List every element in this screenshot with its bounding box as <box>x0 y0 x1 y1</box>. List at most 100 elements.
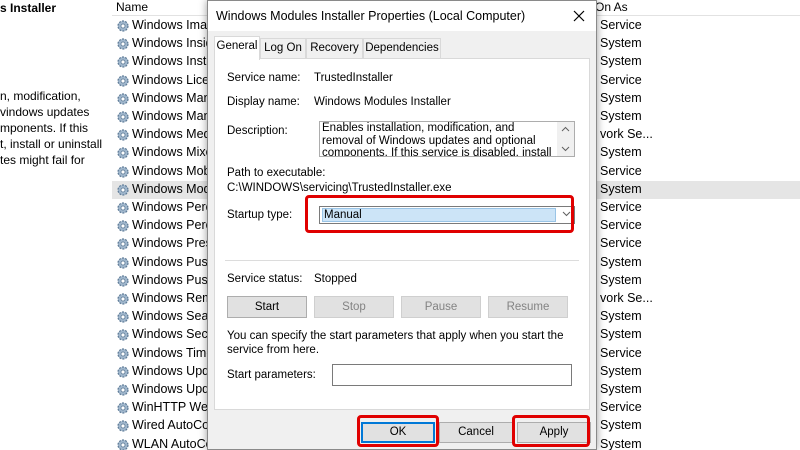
service-log-on-as: System <box>600 181 642 196</box>
selected-service-title: s Installer <box>0 1 57 15</box>
description-textbox[interactable]: Enables installation, modification, and … <box>319 121 575 157</box>
service-name: Windows Mana <box>132 90 212 105</box>
service-name: Windows Perce <box>132 200 212 214</box>
pause-button[interactable]: Pause <box>401 296 481 318</box>
gear-icon <box>117 438 129 450</box>
service-name: Windows Prese <box>132 236 212 251</box>
service-log-on-as: System <box>600 109 642 123</box>
description-line: n, modification, <box>0 89 81 103</box>
close-icon <box>573 10 585 22</box>
cancel-button[interactable]: Cancel <box>439 422 513 443</box>
service-log-on-as: System <box>600 145 642 160</box>
service-name: Windows Insta <box>132 54 212 69</box>
service-name-value: TrustedInstaller <box>314 72 393 84</box>
service-log-on-as: System <box>600 309 642 324</box>
service-name: Wired AutoCo <box>132 418 210 433</box>
service-name: Windows Push <box>132 272 212 287</box>
dialog-titlebar[interactable]: Windows Modules Installer Properties (Lo… <box>208 1 596 31</box>
gear-icon <box>117 20 129 32</box>
service-status-label: Service status: <box>227 273 303 285</box>
service-log-on-as: System <box>600 327 642 342</box>
stop-button[interactable]: Stop <box>314 296 394 318</box>
column-header-name[interactable]: Name <box>116 0 148 14</box>
service-name: Windows Imag <box>132 18 212 32</box>
service-name: Windows Mod <box>132 181 211 196</box>
service-log-on-as: System <box>600 54 642 69</box>
gear-icon <box>117 129 129 141</box>
start-params-input[interactable] <box>332 364 572 386</box>
service-name: WLAN AutoCo <box>132 436 212 450</box>
service-log-on-as: Service <box>600 163 642 178</box>
chevron-down-icon <box>562 211 571 217</box>
description-text: Enables installation, modification, and … <box>322 122 552 157</box>
description-scrollbar[interactable] <box>557 122 574 156</box>
service-name: Windows Medi <box>132 127 212 142</box>
service-name: Windows Searc <box>132 309 212 324</box>
general-tab-panel: Service name: TrustedInstaller Display n… <box>214 58 590 410</box>
close-button[interactable] <box>566 3 592 29</box>
gear-icon <box>117 165 129 178</box>
column-header-log-on-as[interactable]: On As <box>595 0 628 14</box>
service-name: WinHTTP Web <box>132 400 212 415</box>
service-log-on-as: System <box>600 382 642 396</box>
description-line: mponents. If this <box>0 121 89 135</box>
service-log-on-as: Service <box>600 345 642 360</box>
gear-icon <box>117 111 129 123</box>
gear-icon <box>117 420 129 432</box>
service-log-on-as: System <box>600 363 642 378</box>
start-params-label: Start parameters: <box>227 369 316 381</box>
service-log-on-as: Service <box>600 400 642 415</box>
gear-icon <box>117 184 129 196</box>
service-name: Windows Mana <box>132 109 212 123</box>
service-name: Windows Push <box>132 254 212 269</box>
start-params-hint: You can specify the start parameters tha… <box>227 330 564 356</box>
gear-icon <box>117 38 129 50</box>
gear-icon <box>117 366 129 378</box>
service-status-value: Stopped <box>314 273 357 285</box>
service-name: Windows Mixe <box>132 145 212 160</box>
selected-service-description: n, modification, vindows updates mponents.… <box>0 88 110 168</box>
gear-icon <box>117 256 129 269</box>
path-label: Path to executable: <box>227 167 326 179</box>
service-log-on-as: Service <box>600 18 642 32</box>
tab-recovery[interactable]: Recovery <box>306 38 363 59</box>
gear-icon <box>117 74 129 87</box>
service-name: Windows Upda <box>132 382 212 396</box>
service-log-on-as: vork Se... <box>600 127 653 142</box>
ok-button[interactable]: OK <box>361 422 435 443</box>
separator <box>225 260 579 261</box>
startup-type-dropdown[interactable]: Manual <box>319 206 575 224</box>
service-log-on-as: System <box>600 436 642 450</box>
service-log-on-as: System <box>600 272 642 287</box>
service-log-on-as: System <box>600 36 642 51</box>
description-label: Description: <box>227 125 288 137</box>
service-name: Windows Upda <box>132 363 212 378</box>
service-name: Windows Mob <box>132 163 211 178</box>
startup-type-value: Manual <box>322 208 556 222</box>
service-log-on-as: Service <box>600 236 642 251</box>
service-log-on-as: Service <box>600 218 642 233</box>
apply-button[interactable]: Apply <box>517 422 591 443</box>
service-name-label: Service name: <box>227 72 301 84</box>
start-button[interactable]: Start <box>227 296 307 318</box>
path-value: C:\WINDOWS\servicing\TrustedInstaller.ex… <box>227 182 452 194</box>
gear-icon <box>117 147 129 159</box>
gear-icon <box>117 347 129 360</box>
resume-button[interactable]: Resume <box>488 296 568 318</box>
service-name: Windows Insid <box>132 36 212 51</box>
display-name-value: Windows Modules Installer <box>314 96 451 108</box>
gear-icon <box>117 402 129 414</box>
tab-general[interactable]: General <box>214 36 260 60</box>
gear-icon <box>117 238 129 250</box>
service-details-pane: s Installer n, modification, vindows upda… <box>0 0 110 450</box>
tab-dependencies[interactable]: Dependencies <box>363 38 441 59</box>
tab-log-on[interactable]: Log On <box>260 38 306 59</box>
service-log-on-as: System <box>600 90 642 105</box>
gear-icon <box>117 311 129 323</box>
service-log-on-as: Service <box>600 200 642 214</box>
gear-icon <box>117 293 129 305</box>
service-name: Windows Time <box>132 345 212 360</box>
gear-icon <box>117 329 129 341</box>
gear-icon <box>117 202 129 214</box>
service-log-on-as: Service <box>600 72 642 87</box>
